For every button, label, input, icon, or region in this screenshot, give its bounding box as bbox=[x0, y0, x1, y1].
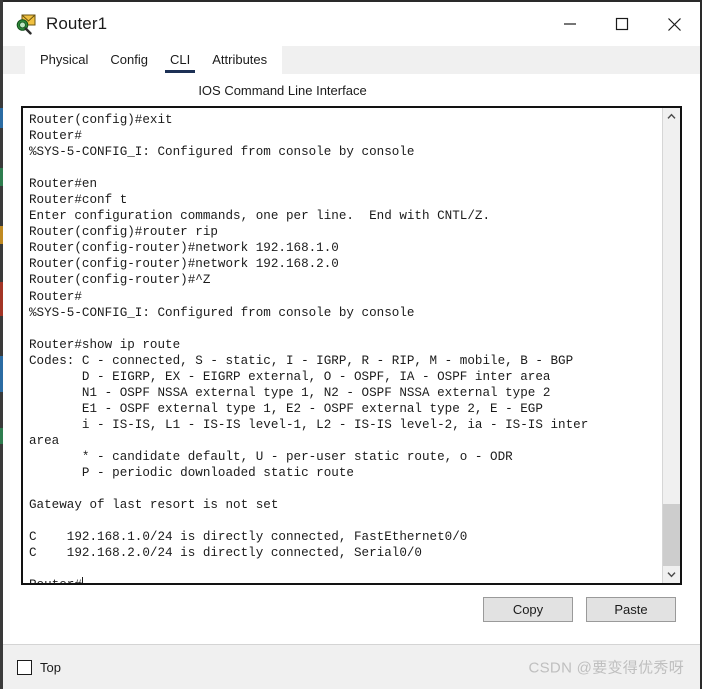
close-button[interactable] bbox=[648, 2, 700, 46]
tabstrip: Physical Config CLI Attributes bbox=[25, 46, 283, 74]
chevron-down-icon bbox=[667, 572, 676, 578]
watermark-text: CSDN @要变得优秀呀 bbox=[528, 659, 684, 677]
minimize-icon bbox=[564, 23, 576, 25]
terminal-output[interactable]: Router(config)#exit Router# %SYS-5-CONFI… bbox=[23, 108, 662, 583]
tab-config[interactable]: Config bbox=[99, 49, 159, 71]
packet-tracer-device-icon bbox=[15, 13, 37, 35]
copy-button[interactable]: Copy bbox=[483, 597, 573, 622]
terminal-actions: Copy Paste bbox=[21, 585, 682, 622]
tab-cli[interactable]: CLI bbox=[159, 49, 201, 73]
window-title: Router1 bbox=[46, 14, 108, 33]
chevron-up-icon bbox=[667, 113, 676, 119]
window-titlebar: Router1 bbox=[3, 2, 700, 46]
titlebar-left-group: Router1 bbox=[3, 13, 107, 35]
close-icon bbox=[667, 17, 681, 31]
minimize-button[interactable] bbox=[544, 2, 596, 46]
router-window: Router1 Physical Config CLI Attributes I… bbox=[3, 0, 702, 689]
top-checkbox-box[interactable] bbox=[17, 659, 32, 675]
cli-panel: IOS Command Line Interface Router(config… bbox=[3, 74, 700, 627]
terminal-text: Router(config)#exit Router# %SYS-5-CONFI… bbox=[29, 112, 662, 583]
maximize-button[interactable] bbox=[596, 2, 648, 46]
tab-physical[interactable]: Physical bbox=[29, 49, 99, 71]
terminal-cursor bbox=[81, 577, 83, 583]
scroll-up-button[interactable] bbox=[663, 108, 680, 125]
window-footer: Top CSDN @要变得优秀呀 bbox=[3, 644, 700, 689]
terminal-scrollbar[interactable] bbox=[662, 108, 680, 583]
paste-button[interactable]: Paste bbox=[586, 597, 676, 622]
tabstrip-row: Physical Config CLI Attributes bbox=[3, 46, 700, 74]
terminal-container: Router(config)#exit Router# %SYS-5-CONFI… bbox=[21, 106, 682, 585]
tab-attributes[interactable]: Attributes bbox=[201, 49, 278, 71]
scroll-down-button[interactable] bbox=[663, 566, 680, 583]
top-checkbox[interactable]: Top bbox=[17, 659, 61, 675]
scrollbar-track[interactable] bbox=[663, 125, 680, 566]
top-checkbox-label: Top bbox=[40, 659, 61, 675]
window-controls bbox=[544, 2, 700, 46]
scrollbar-thumb[interactable] bbox=[663, 504, 680, 566]
cli-heading: IOS Command Line Interface bbox=[198, 83, 367, 98]
maximize-icon bbox=[615, 17, 629, 31]
